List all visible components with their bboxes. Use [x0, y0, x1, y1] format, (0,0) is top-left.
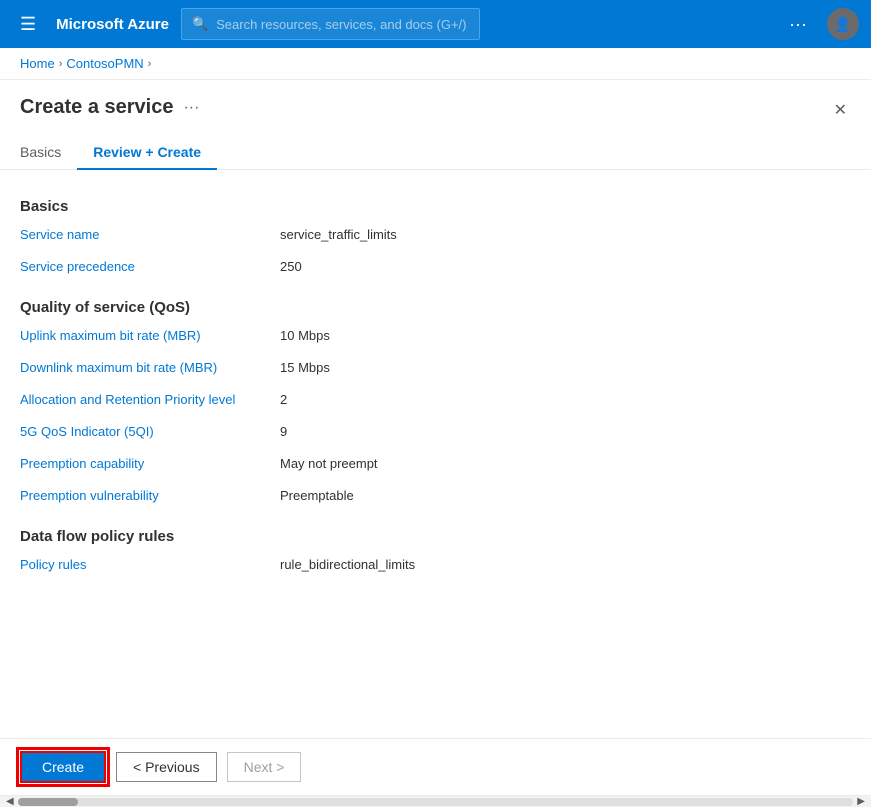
field-label-5qi: 5G QoS Indicator (5QI): [20, 424, 280, 439]
section-basics-title: Basics: [20, 198, 851, 215]
field-5qi: 5G QoS Indicator (5QI) 9: [20, 424, 851, 448]
field-uplink-mbr: Uplink maximum bit rate (MBR) 10 Mbps: [20, 328, 851, 352]
field-value-preemption-vulnerability: Preemptable: [280, 488, 354, 503]
next-button: Next >: [227, 752, 302, 782]
field-label-service-name: Service name: [20, 227, 280, 242]
tabs: Basics Review + Create: [0, 136, 871, 170]
field-service-precedence: Service precedence 250: [20, 259, 851, 283]
panel-ellipsis-icon[interactable]: ···: [183, 99, 199, 117]
topbar: ☰ Microsoft Azure 🔍 ··· 👤: [0, 0, 871, 48]
field-value-5qi: 9: [280, 424, 287, 439]
breadcrumb-home[interactable]: Home: [20, 56, 55, 71]
field-service-name: Service name service_traffic_limits: [20, 227, 851, 251]
content-area: Basics Service name service_traffic_limi…: [0, 170, 871, 738]
previous-button[interactable]: < Previous: [116, 752, 217, 782]
avatar[interactable]: 👤: [827, 8, 859, 40]
section-dataflow-title: Data flow policy rules: [20, 528, 851, 545]
field-label-uplink-mbr: Uplink maximum bit rate (MBR): [20, 328, 280, 343]
breadcrumb: Home › ContosoPMN ›: [0, 48, 871, 80]
scrollbar-thumb[interactable]: [18, 798, 78, 806]
search-icon: 🔍: [192, 16, 208, 32]
field-downlink-mbr: Downlink maximum bit rate (MBR) 15 Mbps: [20, 360, 851, 384]
field-preemption-vulnerability: Preemption vulnerability Preemptable: [20, 488, 851, 512]
main-panel: Create a service ··· ✕ Basics Review + C…: [0, 80, 871, 795]
field-value-policy-rules: rule_bidirectional_limits: [280, 557, 415, 572]
app-title: Microsoft Azure: [56, 16, 169, 33]
field-label-service-precedence: Service precedence: [20, 259, 280, 274]
search-bar[interactable]: 🔍: [181, 8, 480, 40]
create-button[interactable]: Create: [20, 751, 106, 783]
field-value-downlink-mbr: 15 Mbps: [280, 360, 330, 375]
field-label-preemption-capability: Preemption capability: [20, 456, 280, 471]
breadcrumb-sep-1: ›: [59, 58, 63, 70]
field-arp-level: Allocation and Retention Priority level …: [20, 392, 851, 416]
hamburger-icon[interactable]: ☰: [12, 10, 44, 39]
field-value-service-name: service_traffic_limits: [280, 227, 397, 242]
section-qos-title: Quality of service (QoS): [20, 299, 851, 316]
search-input[interactable]: [216, 17, 469, 32]
field-value-arp-level: 2: [280, 392, 287, 407]
tab-review-create[interactable]: Review + Create: [77, 136, 217, 170]
panel-title: Create a service: [20, 96, 173, 119]
field-policy-rules: Policy rules rule_bidirectional_limits: [20, 557, 851, 581]
tab-basics[interactable]: Basics: [20, 136, 77, 170]
field-label-policy-rules: Policy rules: [20, 557, 280, 572]
scroll-left-icon[interactable]: ◀: [2, 796, 18, 807]
field-preemption-capability: Preemption capability May not preempt: [20, 456, 851, 480]
footer: Create < Previous Next >: [0, 738, 871, 795]
field-label-preemption-vulnerability: Preemption vulnerability: [20, 488, 280, 503]
field-value-uplink-mbr: 10 Mbps: [280, 328, 330, 343]
scrollbar-track[interactable]: [18, 798, 854, 806]
breadcrumb-sep-2: ›: [148, 58, 152, 70]
close-icon[interactable]: ✕: [830, 96, 851, 124]
field-value-service-precedence: 250: [280, 259, 302, 274]
field-value-preemption-capability: May not preempt: [280, 456, 378, 471]
field-label-downlink-mbr: Downlink maximum bit rate (MBR): [20, 360, 280, 375]
scroll-right-icon[interactable]: ▶: [853, 796, 869, 807]
field-label-arp-level: Allocation and Retention Priority level: [20, 392, 280, 407]
topbar-more-icon[interactable]: ···: [781, 10, 815, 39]
breadcrumb-contosopmn[interactable]: ContosoPMN: [66, 56, 143, 71]
panel-header: Create a service ··· ✕: [0, 80, 871, 124]
scrollbar-container: ◀ ▶: [0, 795, 871, 807]
